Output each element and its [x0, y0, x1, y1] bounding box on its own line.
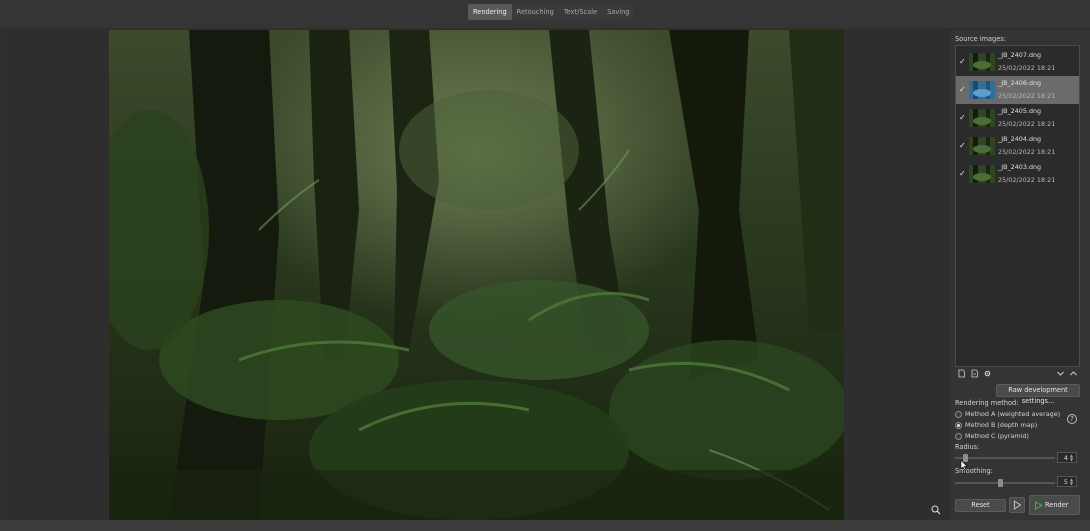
image-date: 25/02/2022 18:21 [998, 176, 1056, 184]
play-icon[interactable] [1009, 497, 1025, 513]
list-item[interactable]: ✓ _JB_2403.dng 25/02/2022 18:21 [956, 160, 1079, 188]
rainforest-photo [109, 30, 844, 520]
image-name: _JB_2405.dng [998, 107, 1042, 115]
checkbox[interactable]: ✓ [959, 142, 966, 150]
method-b-option[interactable]: Method B (depth map) [955, 420, 1037, 430]
list-item[interactable]: ✓ _JB_2406.dng 25/02/2022 18:21 [956, 76, 1079, 104]
thumbnail [969, 165, 995, 183]
method-c-label: Method C (pyramid) [965, 432, 1029, 440]
list-item[interactable]: ✓ _JB_2405.dng 25/02/2022 18:21 [956, 104, 1079, 132]
image-date: 25/02/2022 18:21 [998, 92, 1056, 100]
rendering-method-label: Rendering method: [955, 399, 1019, 407]
zoom-icon[interactable] [931, 505, 941, 515]
image-name: _JB_2404.dng [998, 135, 1042, 143]
settings-icon[interactable] [983, 369, 992, 378]
list-item[interactable]: ✓ _JB_2404.dng 25/02/2022 18:21 [956, 132, 1079, 160]
slider-track [955, 482, 1055, 484]
method-c-option[interactable]: Method C (pyramid) [955, 431, 1029, 441]
thumbnail [969, 81, 995, 99]
reset-button[interactable]: Reset [955, 499, 1006, 512]
tab-retouching[interactable]: Retouching [512, 4, 559, 20]
smoothing-value: 5 [1063, 478, 1068, 486]
checkbox[interactable]: ✓ [959, 114, 966, 122]
checkbox[interactable]: ✓ [959, 86, 966, 94]
source-images-label: Source images: [955, 35, 1006, 43]
tab-saving[interactable]: Saving [602, 4, 634, 20]
mouse-cursor-icon [960, 460, 968, 471]
render-play-icon [1035, 501, 1043, 510]
tab-rendering[interactable]: Rendering [468, 4, 512, 20]
render-button-label: Render [1045, 501, 1069, 509]
image-name: _JB_2403.dng [998, 163, 1042, 171]
radio-method-c[interactable] [955, 432, 962, 440]
image-date: 25/02/2022 18:21 [998, 148, 1056, 156]
smoothing-stepper[interactable]: 5 ▲ ▼ [1057, 476, 1077, 487]
checkbox[interactable]: ✓ [959, 170, 966, 178]
thumbnail [969, 137, 995, 155]
tab-strip: Rendering Retouching Text/Scale Saving [468, 4, 635, 20]
rendering-panel: Source images: ✓ _JB_2407.dng 25/02/2022… [950, 30, 1090, 520]
image-name: _JB_2407.dng [998, 51, 1042, 59]
radius-slider[interactable] [955, 453, 1055, 463]
list-item[interactable]: ✓ _JB_2407.dng 25/02/2022 18:21 [956, 48, 1079, 76]
spin-down-icon[interactable]: ▼ [1070, 458, 1075, 462]
image-date: 25/02/2022 18:21 [998, 120, 1056, 128]
chevron-up-icon[interactable] [1069, 369, 1078, 378]
spin-down-icon[interactable]: ▼ [1070, 482, 1075, 486]
render-button[interactable]: Render [1029, 495, 1080, 515]
image-date: 25/02/2022 18:21 [998, 64, 1056, 72]
radio-method-b[interactable] [955, 421, 962, 429]
rendered-image[interactable] [109, 30, 844, 520]
help-icon[interactable]: ? [1067, 414, 1077, 424]
checkbox[interactable]: ✓ [959, 58, 966, 66]
add-file-icon[interactable] [957, 369, 966, 378]
tab-text-scale[interactable]: Text/Scale [559, 4, 602, 20]
image-name: _JB_2406.dng [998, 79, 1042, 87]
remove-file-icon[interactable] [970, 369, 979, 378]
thumbnail [969, 53, 995, 71]
method-a-label: Method A (weighted average) [965, 410, 1061, 418]
chevron-down-icon[interactable] [1056, 369, 1065, 378]
thumbnail [969, 109, 995, 127]
method-b-label: Method B (depth map) [965, 421, 1038, 429]
status-bar [0, 520, 1090, 531]
radius-label: Radius: [955, 443, 980, 451]
method-a-option[interactable]: Method A (weighted average) [955, 409, 1060, 419]
slider-track [955, 457, 1055, 459]
source-images-list[interactable]: ✓ _JB_2407.dng 25/02/2022 18:21 ✓ _JB_24… [955, 45, 1080, 367]
raw-development-settings-button[interactable]: Raw development settings... [996, 384, 1080, 405]
slider-handle[interactable] [998, 479, 1003, 487]
radio-method-a[interactable] [955, 410, 962, 418]
image-viewer[interactable] [5, 30, 947, 520]
tab-bar: Rendering Retouching Text/Scale Saving [0, 0, 1090, 28]
radius-stepper[interactable]: 4 ▲ ▼ [1057, 452, 1077, 463]
radius-value: 4 [1063, 454, 1068, 462]
smoothing-slider[interactable] [955, 478, 1055, 488]
